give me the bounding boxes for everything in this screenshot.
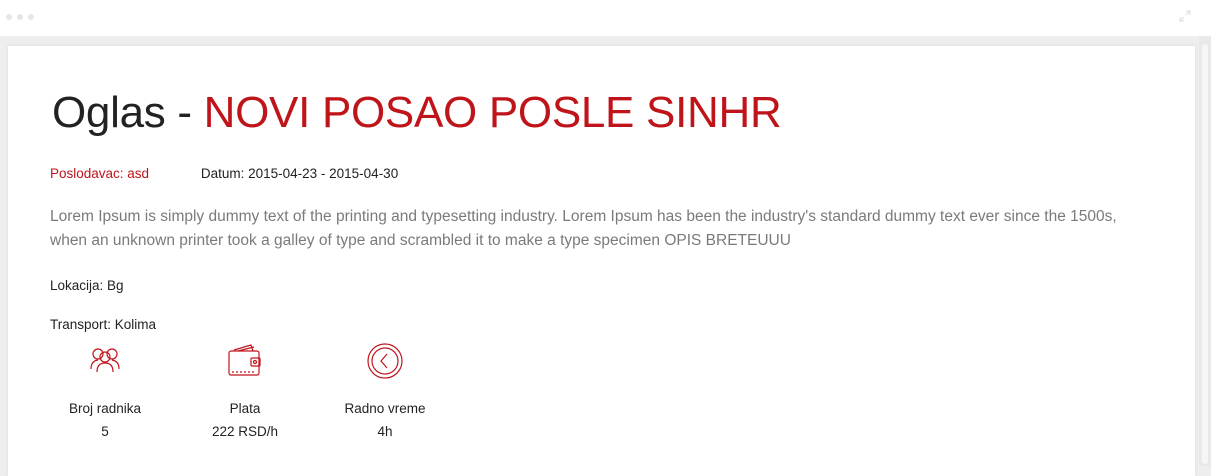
wallet-icon bbox=[228, 344, 261, 376]
stat-label: Plata bbox=[229, 401, 261, 416]
employer-link[interactable]: Poslodavac: asd bbox=[50, 166, 149, 181]
job-description: Lorem Ipsum is simply dummy text of the … bbox=[50, 208, 1117, 249]
title-prefix: Oglas - bbox=[52, 88, 204, 137]
stat-value: 222 RSD/h bbox=[211, 424, 279, 439]
window-dot[interactable] bbox=[6, 14, 12, 20]
page-title: Oglas - NOVI POSAO POSLE SINHR bbox=[52, 88, 782, 138]
window-dot[interactable] bbox=[28, 14, 34, 20]
stat-workers: Broj radnika 5 bbox=[50, 341, 160, 439]
date-range: Datum: 2015-04-23 - 2015-04-30 bbox=[200, 166, 399, 181]
stat-salary: Plata 222 RSD/h bbox=[190, 341, 300, 439]
window-titlebar bbox=[0, 0, 1211, 36]
stat-value: 5 bbox=[101, 424, 109, 439]
transport: Transport: Kolima bbox=[50, 317, 157, 332]
window-dot[interactable] bbox=[17, 14, 23, 20]
stat-label: Radno vreme bbox=[344, 401, 426, 416]
expand-icon[interactable] bbox=[1179, 10, 1191, 22]
stat-value: 4h bbox=[377, 424, 393, 439]
clock-icon bbox=[367, 343, 403, 379]
location: Lokacija: Bg bbox=[50, 278, 124, 293]
stat-work-hours: Radno vreme 4h bbox=[330, 341, 440, 439]
scrollbar-thumb[interactable] bbox=[1202, 44, 1208, 464]
job-meta: Poslodavac: asd Datum: 2015-04-23 - 2015… bbox=[50, 166, 398, 181]
stat-label: Broj radnika bbox=[68, 401, 142, 416]
window-controls bbox=[6, 14, 34, 20]
job-title: NOVI POSAO POSLE SINHR bbox=[203, 88, 782, 137]
job-ad-card: Oglas - NOVI POSAO POSLE SINHR Poslodava… bbox=[8, 46, 1195, 476]
job-stats: Broj radnika 5 Plata 222 RSD/h Radno vre… bbox=[50, 341, 450, 451]
people-icon bbox=[90, 348, 120, 373]
scrollbar[interactable] bbox=[1199, 36, 1211, 466]
